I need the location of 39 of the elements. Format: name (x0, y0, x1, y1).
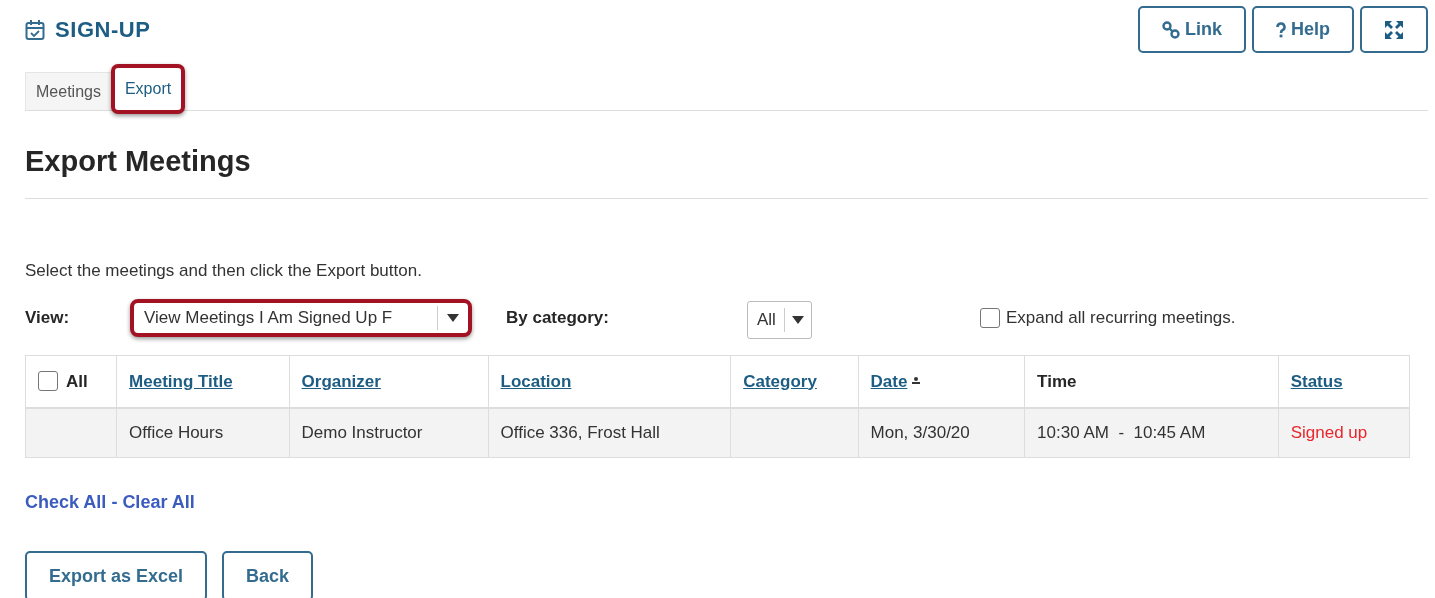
page-heading: Export Meetings (25, 144, 252, 179)
checkbox[interactable] (38, 371, 58, 392)
view-label: View: (25, 307, 71, 330)
action-button[interactable]: Back (222, 551, 314, 598)
checkbox-label: Expand all recurring meetings. (1005, 307, 1236, 330)
help-button[interactable]: Help (1252, 6, 1354, 53)
question-mark-icon (1276, 21, 1286, 38)
action-button[interactable]: Export as Excel (25, 551, 208, 598)
expand-arrows-icon (1384, 19, 1404, 40)
tab[interactable]: Meetings (25, 72, 111, 110)
tool-title: SIGN-UP (55, 16, 151, 44)
table-cell: Office Hours (129, 423, 224, 442)
table-cell: 10:30 AM - 10:45 AM (1037, 423, 1206, 442)
category-dropdown[interactable]: All (747, 301, 812, 339)
tab[interactable]: Export (110, 64, 186, 114)
column-header-link[interactable]: Location (500, 368, 572, 394)
checkbox[interactable] (979, 308, 1000, 328)
column-header-link[interactable]: Organizer (301, 368, 381, 394)
caret-down-icon (447, 314, 459, 322)
calendar-check-icon (25, 18, 45, 41)
check-all-link[interactable]: Check All (25, 489, 107, 516)
table-cell: Office 336, Frost Hall (500, 423, 660, 442)
column-header: Time (1037, 371, 1077, 391)
link-button[interactable]: Link (1137, 6, 1246, 53)
status-text: Signed up (1290, 423, 1368, 442)
view-dropdown[interactable]: View Meetings I Am Signed Up F (130, 299, 472, 337)
column-header-link[interactable]: Date (870, 368, 922, 394)
clear-all-link[interactable]: Clear All (122, 489, 195, 516)
table-cell: Mon, 3/30/20 (870, 423, 970, 442)
instruction-text: Select the meetings and then click the Export button. (25, 259, 423, 282)
column-header-link[interactable]: Status (1290, 368, 1343, 394)
select-all-label: All (66, 370, 88, 393)
separator-text: - (111, 491, 118, 514)
caret-down-icon (791, 316, 804, 324)
table-cell: Demo Instructor (301, 423, 423, 442)
sort-ascending-icon (911, 376, 922, 387)
link-icon (1161, 20, 1180, 39)
fullscreen-button[interactable] (1360, 6, 1428, 53)
category-label: By category: (506, 307, 610, 330)
